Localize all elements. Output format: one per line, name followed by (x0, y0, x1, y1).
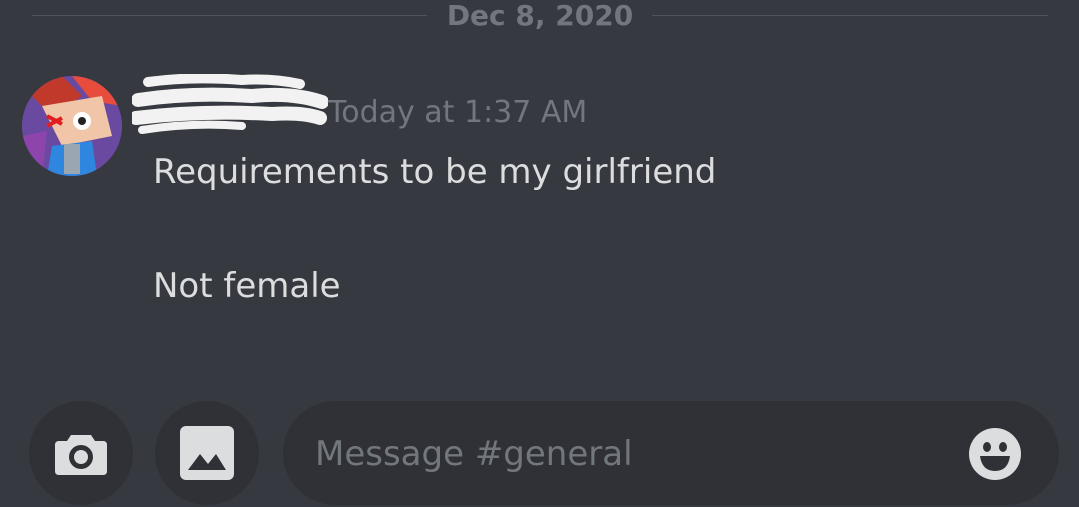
message-timestamp: Today at 1:37 AM (328, 95, 588, 130)
date-divider: Dec 8, 2020 (32, 0, 1048, 32)
camera-icon (55, 435, 107, 475)
message-input[interactable] (313, 423, 957, 485)
emoji-button[interactable] (967, 426, 1023, 482)
message-header: Today at 1:37 AM (132, 72, 832, 152)
avatar[interactable] (22, 76, 122, 176)
emoji-icon (969, 428, 1021, 480)
message-group: Today at 1:37 AM Requirements to be my g… (20, 72, 1060, 332)
message-input-bar (0, 398, 1079, 507)
image-gallery-button[interactable] (155, 401, 259, 505)
message-input-container (283, 401, 1059, 505)
image-gallery-icon (180, 426, 234, 480)
camera-button[interactable] (29, 401, 133, 505)
divider-line-right (652, 15, 1048, 16)
avatar-image (22, 76, 122, 176)
username-redacted-scribble (132, 74, 328, 134)
message-text-line-1: Requirements to be my girlfriend (153, 152, 717, 192)
divider-line-left (32, 15, 427, 16)
message-text-line-2: Not female (153, 266, 341, 306)
date-divider-label: Dec 8, 2020 (446, 0, 634, 32)
